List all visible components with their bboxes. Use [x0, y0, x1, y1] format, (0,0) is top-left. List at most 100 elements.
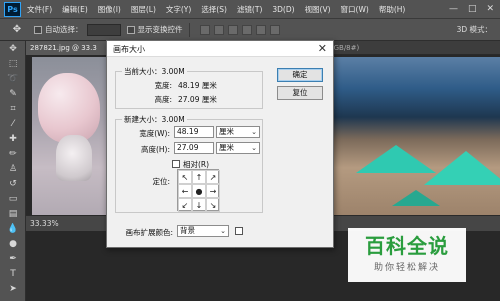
align-left-icon[interactable]: [241, 24, 252, 35]
menu-window[interactable]: 窗口(W): [341, 4, 369, 15]
document-tab-mode: (RGB/8#): [326, 44, 360, 52]
crop-icon[interactable]: ⌗: [0, 101, 26, 116]
anchor-center[interactable]: ●: [192, 184, 206, 198]
align-icons: [199, 24, 280, 35]
anchor-top[interactable]: ↑: [192, 170, 206, 184]
current-width-value: 48.19 厘米: [178, 81, 217, 90]
extension-color-swatch[interactable]: [235, 227, 243, 235]
separator: [188, 22, 190, 37]
move-icon[interactable]: ✥: [0, 41, 26, 56]
lasso-icon[interactable]: ➰: [0, 71, 26, 86]
anchor-left[interactable]: ←: [178, 184, 192, 198]
document-tab-title: 287821.jpg @ 33.3: [30, 44, 97, 52]
chevron-down-icon: ⌄: [220, 227, 226, 235]
eyedropper-icon[interactable]: ⁄: [0, 116, 26, 131]
blur-icon[interactable]: 💧: [0, 221, 26, 236]
paper-boat: [424, 151, 500, 185]
brush-icon[interactable]: ✏: [0, 146, 26, 161]
path-select-icon[interactable]: ➤: [0, 281, 26, 296]
dialog-title: 画布大小: [113, 45, 145, 54]
type-icon[interactable]: T: [0, 266, 26, 281]
marquee-icon[interactable]: ⬚: [0, 56, 26, 71]
menu-select[interactable]: 选择(S): [201, 4, 227, 15]
quick-select-icon[interactable]: ✎: [0, 86, 26, 101]
move-tool-icon[interactable]: ✥: [6, 22, 28, 38]
current-size-label: 当前大小：3.00M: [122, 66, 187, 77]
history-brush-icon[interactable]: ↺: [0, 176, 26, 191]
anchor-label: 定位:: [152, 177, 170, 186]
menu-3d[interactable]: 3D(D): [272, 5, 294, 14]
align-bottom-icon[interactable]: [227, 24, 238, 35]
anchor-bottom-right[interactable]: ↘: [206, 198, 220, 212]
chevron-down-icon: ⌄: [251, 144, 257, 152]
toolbox: ✥ ⬚ ➰ ✎ ⌗ ⁄ ✚ ✏ ♙ ↺ ▭ ▤ 💧 ● ✒ T ➤: [0, 41, 26, 301]
menu-help[interactable]: 帮助(H): [379, 4, 406, 15]
new-width-label: 宽度(W):: [139, 129, 170, 138]
extension-color-value: 背景: [180, 226, 195, 235]
current-size-group: 当前大小：3.00M 宽度: 48.19 厘米 高度: 27.09 厘米: [115, 66, 263, 109]
close-icon[interactable]: ✕: [318, 42, 327, 55]
height-unit-value: 厘米: [219, 143, 234, 152]
pen-icon[interactable]: ✒: [0, 251, 26, 266]
paper-boat: [392, 190, 440, 206]
watermark-subtitle: 助你轻松解决: [373, 263, 440, 273]
menu-bar: Ps 文件(F) 编辑(E) 图像(I) 图层(L) 文字(Y) 选择(S) 滤…: [0, 0, 500, 19]
align-middle-icon[interactable]: [213, 24, 224, 35]
new-size-label: 新建大小：3.00M: [122, 114, 187, 125]
reset-button[interactable]: 复位: [277, 86, 323, 100]
clone-stamp-icon[interactable]: ♙: [0, 161, 26, 176]
anchor-grid: ↖ ↑ ↗ ← ● → ↙ ↓ ↘: [177, 169, 220, 212]
current-height-label: 高度:: [154, 95, 172, 104]
ice-cream-scoop: [38, 73, 100, 143]
anchor-bottom-left[interactable]: ↙: [178, 198, 192, 212]
menu-image[interactable]: 图像(I): [98, 4, 121, 15]
width-input[interactable]: 48.19: [174, 126, 214, 138]
ice-cream-base: [56, 135, 92, 181]
current-width-label: 宽度:: [154, 81, 172, 90]
options-bar: ✥ 自动选择： 显示变换控件 3D 模式：: [0, 19, 500, 41]
auto-select-dropdown[interactable]: [86, 23, 121, 36]
align-top-icon[interactable]: [199, 24, 210, 35]
photoshop-logo: Ps: [4, 1, 21, 17]
anchor-right[interactable]: →: [206, 184, 220, 198]
anchor-bottom[interactable]: ↓: [192, 198, 206, 212]
close-window-icon[interactable]: ✕: [486, 4, 494, 14]
eraser-icon[interactable]: ▭: [0, 191, 26, 206]
current-height-value: 27.09 厘米: [178, 95, 217, 104]
dodge-icon[interactable]: ●: [0, 236, 26, 251]
watermark-title: 百科全说: [365, 234, 449, 258]
new-height-label: 高度(H):: [140, 145, 170, 154]
watermark: 百科全说 助你轻松解决: [348, 228, 466, 282]
anchor-top-right[interactable]: ↗: [206, 170, 220, 184]
menu-filter[interactable]: 滤镜(T): [237, 4, 262, 15]
width-unit-value: 厘米: [219, 127, 234, 136]
extension-color-label: 画布扩展颜色:: [125, 228, 173, 237]
document-tab[interactable]: 287821.jpg @ 33.3: [26, 41, 112, 55]
show-transform-label: 显示变换控件: [137, 25, 183, 34]
minimize-icon[interactable]: —: [449, 4, 458, 14]
zoom-level[interactable]: 33.33%: [30, 219, 72, 228]
menu-type[interactable]: 文字(Y): [166, 4, 191, 15]
width-unit-select[interactable]: 厘米 ⌄: [216, 126, 260, 138]
menu-file[interactable]: 文件(F): [27, 4, 52, 15]
show-transform-checkbox[interactable]: [126, 25, 135, 34]
menu-layer[interactable]: 图层(L): [131, 4, 156, 15]
height-input[interactable]: 27.09: [174, 142, 214, 154]
maximize-icon[interactable]: □: [468, 4, 477, 14]
dialog-titlebar: 画布大小 ✕: [107, 41, 333, 57]
auto-select-label: 自动选择：: [45, 25, 83, 34]
ok-button[interactable]: 确定: [277, 68, 323, 82]
window-controls: — □ ✕: [449, 4, 494, 14]
healing-brush-icon[interactable]: ✚: [0, 131, 26, 146]
3d-mode-label: 3D 模式：: [456, 25, 492, 34]
height-unit-select[interactable]: 厘米 ⌄: [216, 142, 260, 154]
auto-select-checkbox[interactable]: [34, 25, 42, 34]
extension-color-select[interactable]: 背景 ⌄: [177, 225, 229, 237]
align-right-icon[interactable]: [269, 24, 280, 35]
menu-edit[interactable]: 编辑(E): [62, 4, 88, 15]
align-center-icon[interactable]: [255, 24, 266, 35]
anchor-top-left[interactable]: ↖: [178, 170, 192, 184]
relative-checkbox[interactable]: [172, 160, 180, 168]
gradient-icon[interactable]: ▤: [0, 206, 26, 221]
menu-view[interactable]: 视图(V): [305, 4, 331, 15]
